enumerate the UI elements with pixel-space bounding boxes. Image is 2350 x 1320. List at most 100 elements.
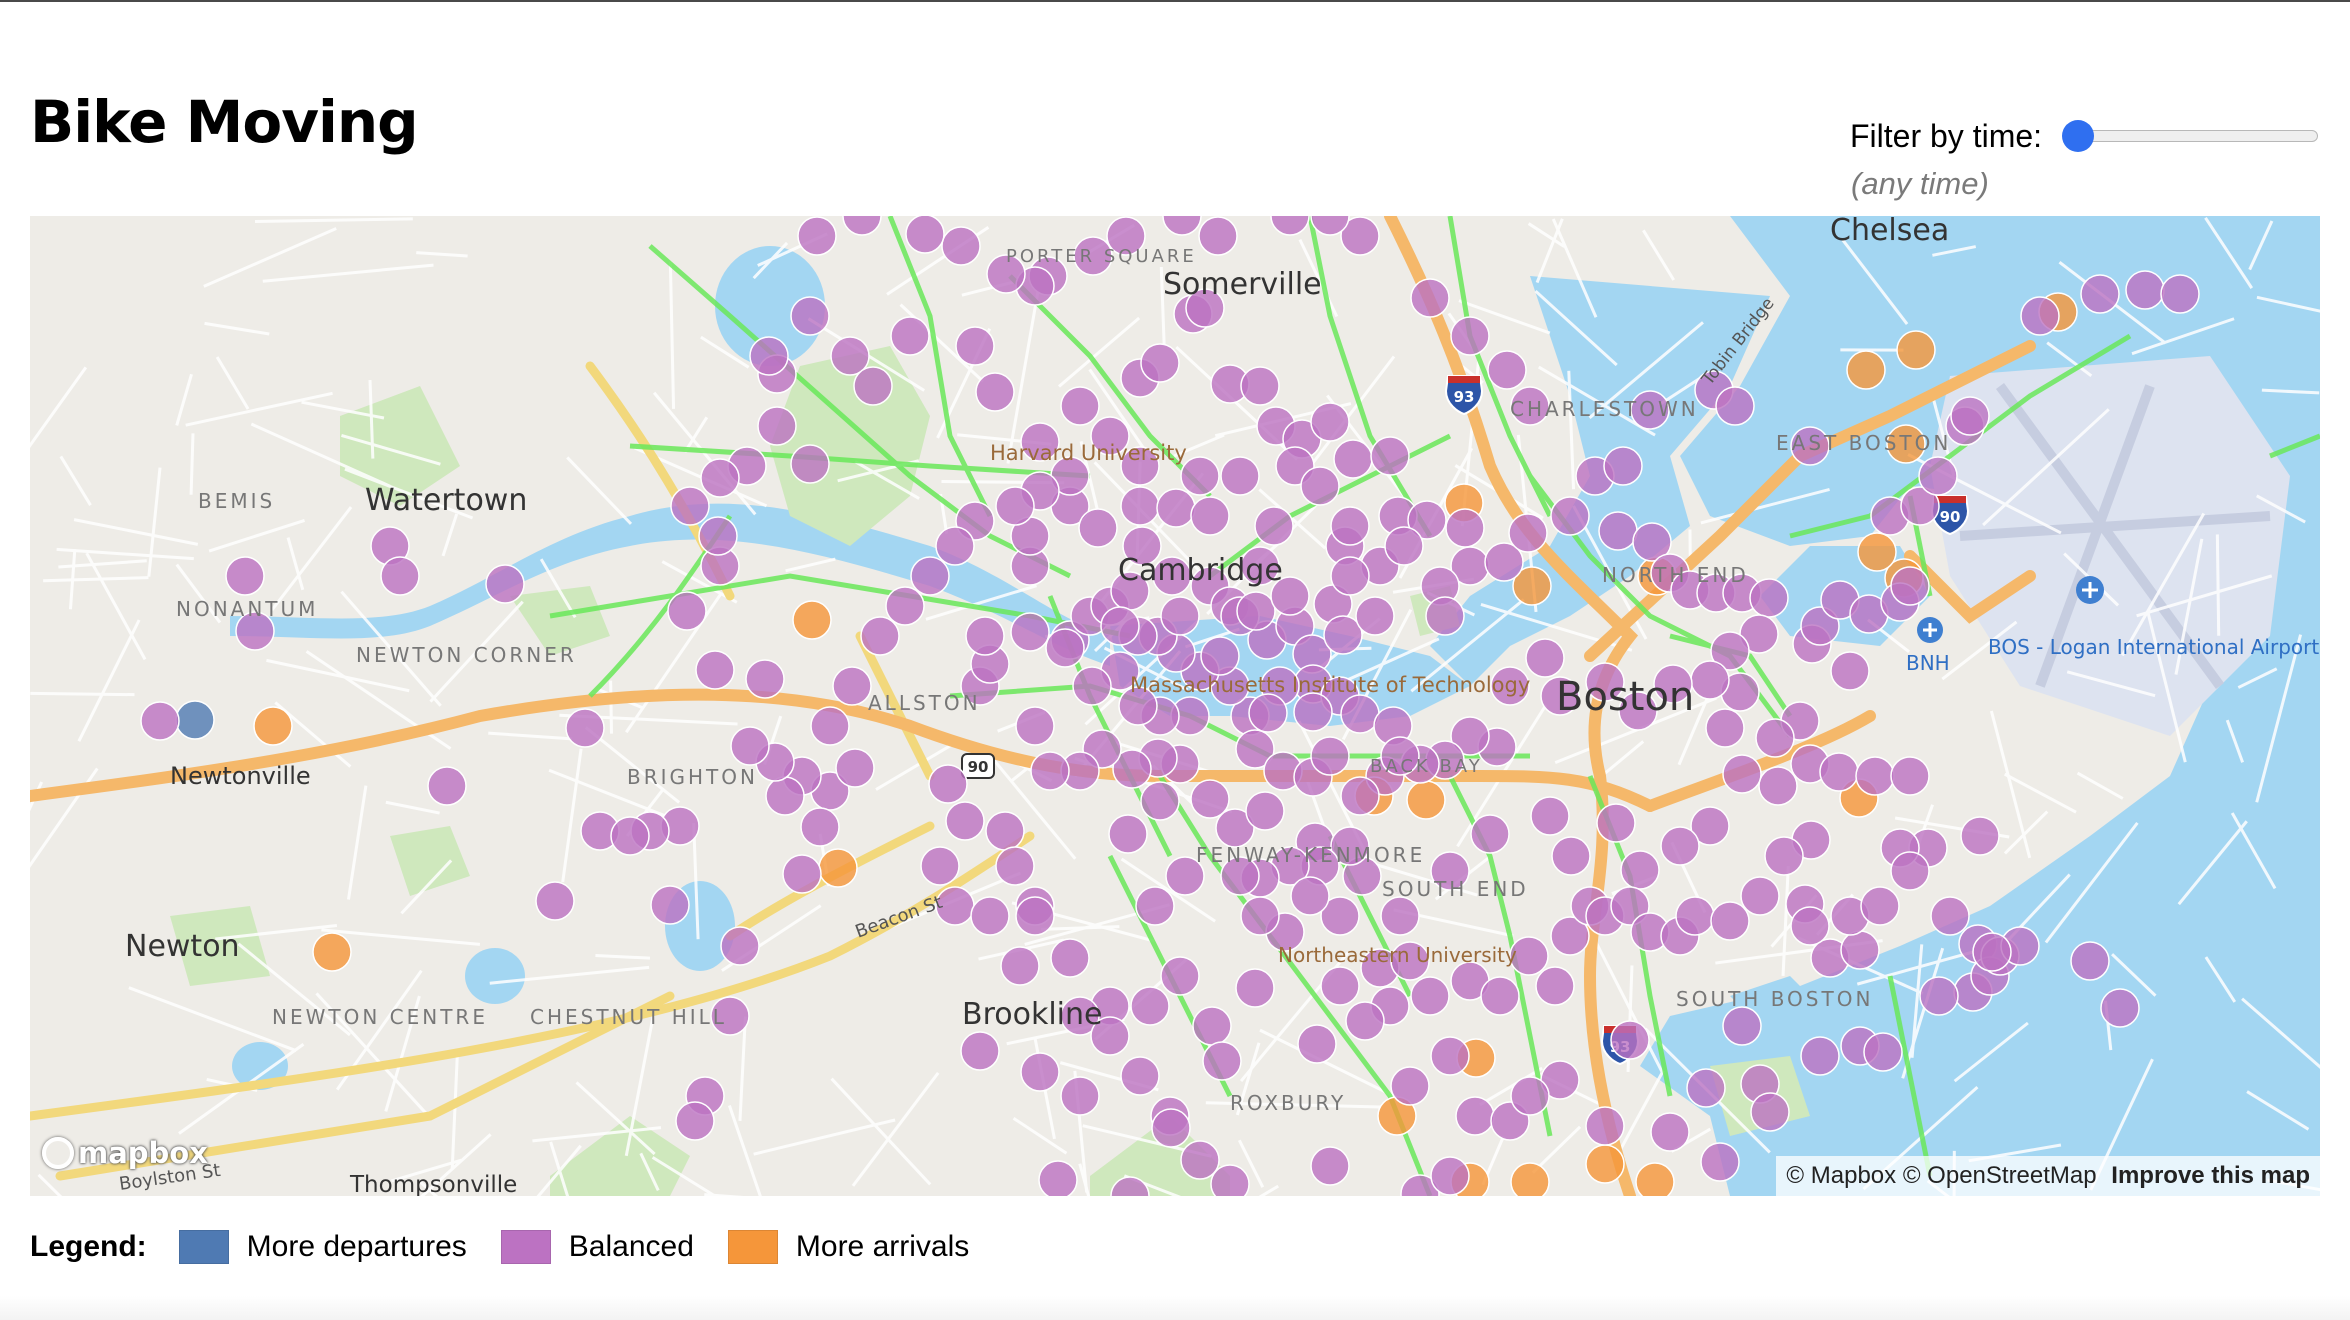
station-marker-balanced[interactable]	[1960, 816, 2000, 856]
improve-map-link[interactable]: Improve this map	[2111, 1162, 2310, 1189]
station-marker-balanced[interactable]	[1650, 1112, 1690, 1152]
station-marker-balanced[interactable]	[1790, 906, 1830, 946]
station-marker-balanced[interactable]	[1749, 578, 1789, 618]
station-marker-balanced[interactable]	[1690, 660, 1730, 700]
station-marker-arrivals[interactable]	[1510, 1162, 1550, 1196]
station-marker-balanced[interactable]	[1585, 1106, 1625, 1146]
station-marker-balanced[interactable]	[1248, 693, 1288, 733]
station-marker-balanced[interactable]	[610, 816, 650, 856]
station-marker-balanced[interactable]	[1120, 486, 1160, 526]
station-marker-balanced[interactable]	[1758, 766, 1798, 806]
station-marker-balanced[interactable]	[935, 526, 975, 566]
station-marker-balanced[interactable]	[1151, 1108, 1191, 1148]
station-marker-balanced[interactable]	[1210, 1164, 1250, 1196]
station-marker-balanced[interactable]	[928, 764, 968, 804]
station-marker-balanced[interactable]	[1060, 386, 1100, 426]
station-marker-balanced[interactable]	[1370, 436, 1410, 476]
station-marker-balanced[interactable]	[1190, 496, 1230, 536]
station-marker-departures[interactable]	[175, 700, 215, 740]
time-slider-track[interactable]	[2070, 130, 2318, 142]
station-marker-balanced[interactable]	[1135, 886, 1175, 926]
station-marker-balanced[interactable]	[1310, 736, 1350, 776]
station-marker-balanced[interactable]	[1819, 752, 1859, 792]
station-marker-balanced[interactable]	[1240, 896, 1280, 936]
station-marker-balanced[interactable]	[1060, 1076, 1100, 1116]
station-marker-balanced[interactable]	[1245, 791, 1285, 831]
station-marker-balanced[interactable]	[1330, 556, 1370, 596]
station-marker-balanced[interactable]	[1750, 1092, 1790, 1132]
station-marker-arrivals[interactable]	[818, 848, 858, 888]
station-marker-balanced[interactable]	[1800, 1036, 1840, 1076]
station-marker-balanced[interactable]	[960, 1031, 1000, 1071]
station-marker-balanced[interactable]	[1010, 612, 1050, 652]
station-marker-balanced[interactable]	[1310, 402, 1350, 442]
time-slider-thumb[interactable]	[2062, 120, 2094, 152]
station-marker-balanced[interactable]	[995, 846, 1035, 886]
station-marker-balanced[interactable]	[975, 372, 1015, 412]
map[interactable]: 93 93 90 90 Watertown Somerville Cambri	[30, 216, 2320, 1196]
station-marker-balanced[interactable]	[1078, 508, 1118, 548]
station-marker-balanced[interactable]	[1620, 850, 1660, 890]
station-marker-balanced[interactable]	[140, 701, 180, 741]
station-marker-balanced[interactable]	[2125, 270, 2165, 310]
station-marker-balanced[interactable]	[1890, 566, 1930, 606]
station-marker-balanced[interactable]	[2160, 274, 2200, 314]
station-marker-balanced[interactable]	[1108, 814, 1148, 854]
station-marker-balanced[interactable]	[1236, 591, 1276, 631]
station-marker-balanced[interactable]	[1722, 754, 1762, 794]
station-marker-balanced[interactable]	[995, 486, 1035, 526]
station-marker-balanced[interactable]	[797, 216, 837, 256]
station-marker-balanced[interactable]	[695, 650, 735, 690]
station-marker-balanced[interactable]	[1235, 968, 1275, 1008]
station-marker-balanced[interactable]	[910, 556, 950, 596]
station-marker-balanced[interactable]	[810, 706, 850, 746]
station-marker-balanced[interactable]	[1700, 1142, 1740, 1182]
station-marker-balanced[interactable]	[1525, 638, 1565, 678]
station-marker-balanced[interactable]	[1310, 1146, 1350, 1186]
station-marker-balanced[interactable]	[1198, 216, 1238, 256]
station-marker-arrivals[interactable]	[1585, 1144, 1625, 1184]
time-slider[interactable]	[2062, 120, 2318, 152]
station-marker-balanced[interactable]	[1598, 511, 1638, 551]
station-marker-balanced[interactable]	[670, 486, 710, 526]
station-marker-balanced[interactable]	[1890, 851, 1930, 891]
station-marker-balanced[interactable]	[800, 807, 840, 847]
station-marker-balanced[interactable]	[1050, 938, 1090, 978]
station-marker-balanced[interactable]	[1705, 708, 1745, 748]
station-marker-balanced[interactable]	[1863, 1032, 1903, 1072]
station-marker-balanced[interactable]	[1487, 350, 1527, 390]
station-marker-balanced[interactable]	[1830, 651, 1870, 691]
station-marker-balanced[interactable]	[1715, 386, 1755, 426]
station-marker-balanced[interactable]	[1860, 886, 1900, 926]
station-marker-balanced[interactable]	[700, 458, 740, 498]
station-marker-balanced[interactable]	[2020, 296, 2060, 336]
station-marker-balanced[interactable]	[1015, 706, 1055, 746]
station-marker-balanced[interactable]	[1020, 1052, 1060, 1092]
station-marker-balanced[interactable]	[1072, 666, 1112, 706]
station-marker-balanced[interactable]	[1610, 1020, 1650, 1060]
station-marker-balanced[interactable]	[890, 316, 930, 356]
station-marker-arrivals[interactable]	[792, 600, 832, 640]
station-marker-balanced[interactable]	[1384, 526, 1424, 566]
station-marker-balanced[interactable]	[380, 556, 420, 596]
station-marker-balanced[interactable]	[1740, 876, 1780, 916]
station-marker-balanced[interactable]	[730, 726, 770, 766]
station-marker-balanced[interactable]	[565, 708, 605, 748]
station-marker-balanced[interactable]	[765, 776, 805, 816]
station-marker-balanced[interactable]	[650, 885, 690, 925]
station-marker-balanced[interactable]	[1551, 836, 1591, 876]
station-marker-balanced[interactable]	[1603, 446, 1643, 486]
station-marker-balanced[interactable]	[2080, 274, 2120, 314]
station-marker-balanced[interactable]	[427, 766, 467, 806]
station-marker-balanced[interactable]	[1220, 456, 1260, 496]
station-marker-balanced[interactable]	[970, 896, 1010, 936]
station-marker-balanced[interactable]	[698, 516, 738, 556]
station-marker-balanced[interactable]	[1470, 814, 1510, 854]
station-marker-balanced[interactable]	[1596, 803, 1636, 843]
station-marker-balanced[interactable]	[1450, 316, 1490, 356]
station-marker-balanced[interactable]	[667, 591, 707, 631]
station-marker-balanced[interactable]	[1919, 976, 1959, 1016]
station-marker-balanced[interactable]	[1160, 596, 1200, 636]
station-marker-balanced[interactable]	[1410, 976, 1450, 1016]
station-marker-balanced[interactable]	[860, 616, 900, 656]
